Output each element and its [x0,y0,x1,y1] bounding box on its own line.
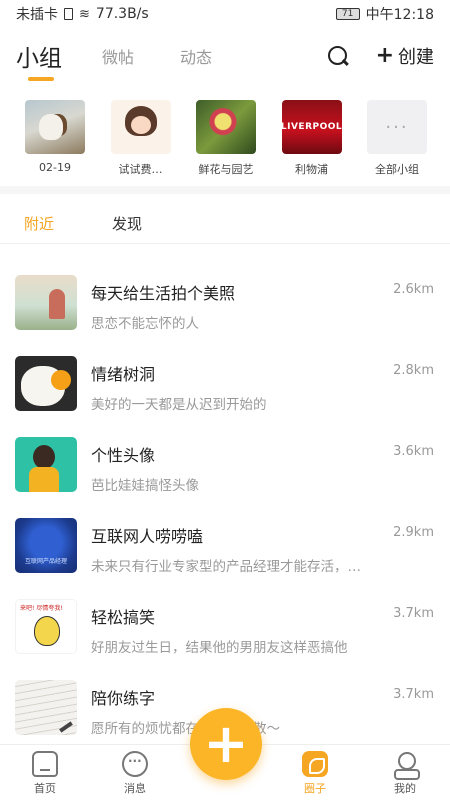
group-avatar [15,275,77,330]
group-item[interactable]: 鲜花与园艺 [195,100,257,180]
tab-label: 首页 [34,782,56,795]
create-label: 创建 [398,47,434,68]
plus-icon: + [203,712,249,775]
group-avatar [15,356,77,411]
list-item-desc: 美好的一天都是从迟到开始的 [91,397,267,413]
distance-label: 3.7km [393,687,434,702]
tab-label: 我的 [394,782,416,795]
group-item[interactable]: LIVERPOOL 利物浦 [281,100,343,180]
carrier-text: 未插卡 [16,7,58,23]
group-avatar [15,599,77,654]
status-right: 71 中午12:18 [335,4,434,24]
list-item-text: 个性头像 芭比娃娃搞怪头像 [91,437,434,494]
distance-label: 3.6km [393,444,434,459]
list-item-title: 互联网人唠唠嗑 [91,527,204,546]
distance-label: 2.9km [393,525,434,540]
group-label: 全部小组 [375,163,419,176]
group-label: 02-19 [39,161,71,174]
group-list: 每天给生活拍个美照 思恋不能忘怀的人 2.6km 情绪树洞 美好的一天都是从迟到… [0,262,450,748]
group-avatar [15,680,77,735]
publish-button[interactable]: + [190,708,262,780]
list-item-title: 陪你练字 [91,689,156,708]
distance-label: 2.8km [393,363,434,378]
group-label: 鲜花与园艺 [198,163,254,176]
list-item-text: 每天给生活拍个美照 思恋不能忘怀的人 [91,275,434,332]
list-item[interactable]: 互联网人唠唠嗑 未来只有行业专家型的产品经理才能存活，… 2.9km [0,505,450,586]
my-groups-row: 02-19 试试费… 鲜花与园艺 LIVERPOOL 利物浦 ··· 全部小组 [0,100,450,180]
flowers-thumbnail [196,100,256,154]
search-icon[interactable] [326,44,350,68]
list-item-text: 陪你练字 愿所有的烦忧都在写字中消散～ [91,680,434,737]
all-groups-button[interactable]: ··· 全部小组 [366,100,428,180]
section-divider [0,186,450,194]
sim-icon [64,8,73,20]
plus-icon: + [375,43,394,68]
top-nav: 小组 微帖 动态 + 创建 [0,36,450,81]
status-bar: 未插卡 ≋ 77.3B/s 71 中午12:18 [0,0,450,28]
wifi-icon: ≋ [79,6,90,22]
sub-nav: 附近 发现 [0,204,450,244]
nav-actions: + 创建 [326,43,434,69]
list-item-title: 轻松搞笑 [91,608,156,627]
list-item-title: 个性头像 [91,446,156,465]
group-label: 利物浦 [295,163,328,176]
status-left: 未插卡 ≋ 77.3B/s [16,4,149,24]
list-item-text: 情绪树洞 美好的一天都是从迟到开始的 [91,356,434,413]
list-item[interactable]: 个性头像 芭比娃娃搞怪头像 3.6km [0,424,450,505]
list-item-text: 互联网人唠唠嗑 未来只有行业专家型的产品经理才能存活，… [91,518,434,575]
list-item[interactable]: 情绪树洞 美好的一天都是从迟到开始的 2.8km [0,343,450,424]
tab-messages[interactable]: 消息 [100,751,170,796]
network-speed: 77.3B/s [95,6,149,22]
tab-feed[interactable]: 动态 [180,44,212,68]
distance-label: 2.6km [393,282,434,297]
group-avatar [15,437,77,492]
group-avatar [15,518,77,573]
list-item-desc: 芭比娃娃搞怪头像 [91,478,199,494]
list-item-title: 每天给生活拍个美照 [91,284,236,303]
distance-label: 3.7km [393,606,434,621]
list-item-desc: 未来只有行业专家型的产品经理才能存活，… [91,559,361,575]
group-label: 试试费… [118,163,163,176]
list-item-desc: 思恋不能忘怀的人 [91,316,199,332]
list-item-desc: 好朋友过生日，结果他的男朋友这样恶搞他 [91,640,348,656]
battery-icon: 71 [335,8,360,20]
tab-label: 圈子 [304,782,326,795]
tab-circle[interactable]: 圈子 [280,751,350,796]
home-icon [32,751,58,777]
tab-groups[interactable]: 小组 [16,39,62,81]
group-item[interactable]: 试试费… [110,100,172,180]
list-item[interactable]: 每天给生活拍个美照 思恋不能忘怀的人 2.6km [0,262,450,343]
circle-icon [302,751,328,777]
tab-nearby[interactable]: 附近 [24,213,54,234]
list-item[interactable]: 轻松搞笑 好朋友过生日，结果他的男朋友这样恶搞他 3.7km [0,586,450,667]
tab-home[interactable]: 首页 [10,751,80,796]
dog-photo-thumbnail [25,100,85,154]
profile-icon [392,751,420,780]
tab-discover[interactable]: 发现 [112,213,142,234]
list-item-title: 情绪树洞 [91,365,156,384]
message-icon [122,751,148,777]
anime-girl-thumbnail [110,100,171,154]
tab-weitie[interactable]: 微帖 [102,44,134,68]
tab-me[interactable]: 我的 [370,751,440,796]
create-button[interactable]: + 创建 [376,43,434,69]
group-item[interactable]: 02-19 [24,100,86,180]
list-item-text: 轻松搞笑 好朋友过生日，结果他的男朋友这样恶搞他 [91,599,434,656]
liverpool-crest-thumbnail: LIVERPOOL [281,100,342,154]
tab-label: 消息 [124,782,146,795]
clock: 中午12:18 [365,7,434,23]
more-dots-icon: ··· [367,100,427,154]
